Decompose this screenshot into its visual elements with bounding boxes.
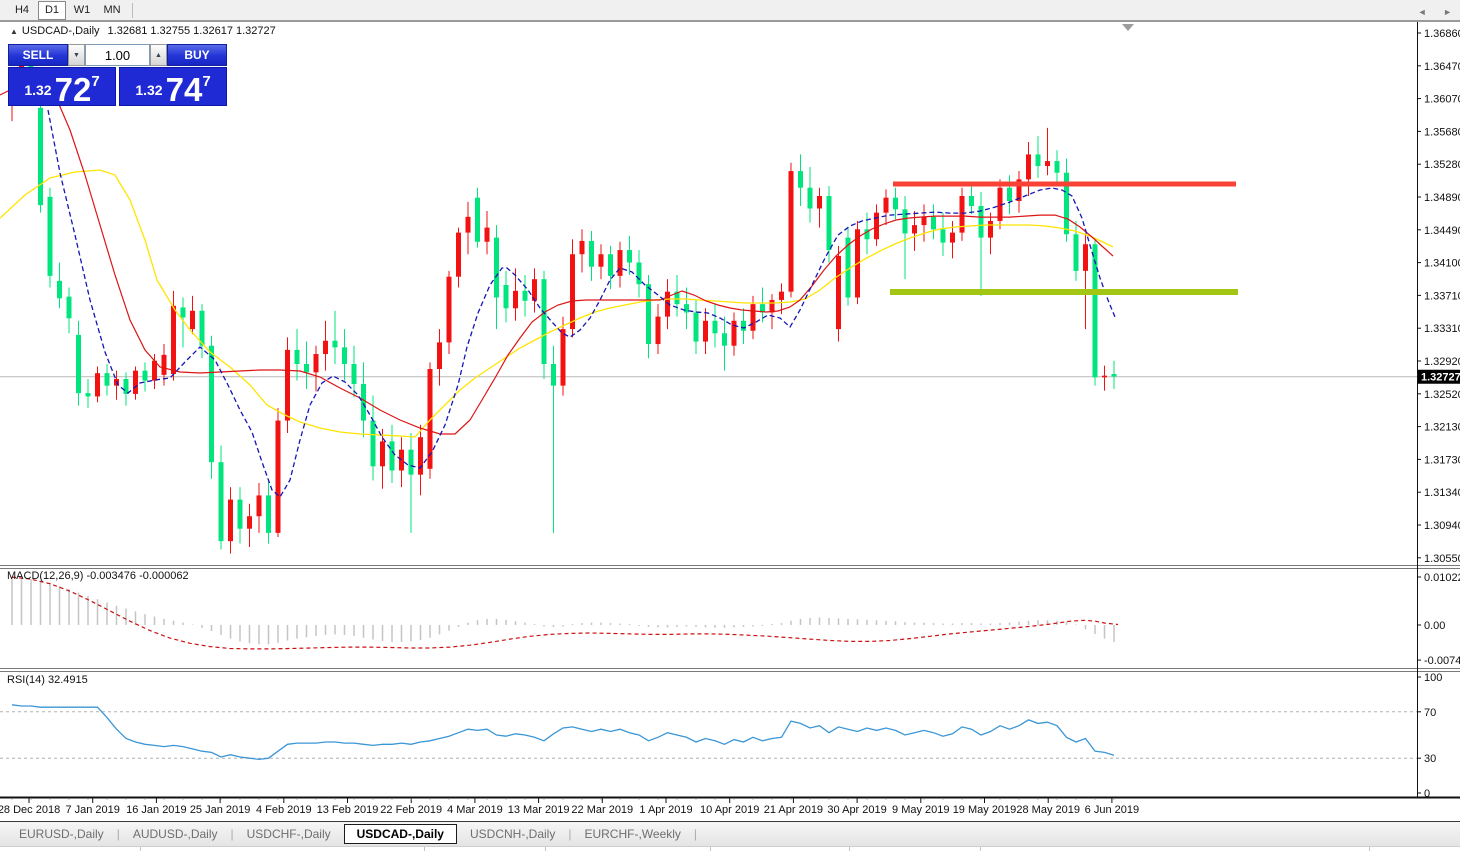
- one-click-trade-panel: SELL ▼ 1.00 ▲ BUY 1.32 72 7 1.32 74 7: [8, 44, 227, 106]
- status-bar-separator: [545, 847, 546, 851]
- buy-price-small: 1.32: [135, 82, 162, 98]
- candles-layer: [10, 50, 1117, 553]
- chart-symbol-label: USDCAD-,Daily: [22, 25, 100, 37]
- chart-ohlc-values: 1.32681 1.32755 1.32617 1.32727: [108, 25, 276, 37]
- buy-price-sup: 7: [202, 73, 210, 90]
- price-axis-label: 1.33710: [1424, 290, 1460, 302]
- status-bar-separator: [140, 847, 141, 851]
- chart-tab-bar: EURUSD-,Daily| AUDUSD-,Daily| USDCHF-,Da…: [0, 821, 1460, 846]
- period-button-mn[interactable]: MN: [98, 1, 126, 20]
- tab-scroll-right-icon[interactable]: ►: [1443, 7, 1452, 17]
- buy-button[interactable]: BUY: [167, 44, 227, 66]
- status-bar-separator: [424, 847, 425, 851]
- buy-price-big: 74: [166, 76, 203, 104]
- price-axis-label: 1.34490: [1424, 225, 1460, 237]
- status-bar-separator: [980, 847, 981, 851]
- tab-separator: |: [694, 827, 697, 841]
- tab-scroll-left-icon[interactable]: ◄: [1418, 7, 1427, 17]
- rsi-axis-label: 30: [1424, 753, 1436, 765]
- ma-medium-line: [0, 82, 1113, 434]
- tab-eurchf-weekly[interactable]: EURCHF-,Weekly: [571, 824, 693, 844]
- date-axis-label: 6 Jun 2019: [1085, 804, 1139, 816]
- buy-price-box[interactable]: 1.32 74 7: [119, 67, 227, 106]
- rsi-axis-label: 70: [1424, 707, 1436, 719]
- status-bar-separator: [710, 847, 711, 851]
- macd-indicator-label: MACD(12,26,9) -0.003476 -0.000062: [7, 570, 189, 582]
- chart-canvas[interactable]: 1.36860 1.36470 1.36070 1.35680 1.35280 1.348…: [0, 0, 1460, 851]
- volume-input[interactable]: 1.00: [85, 44, 150, 66]
- rsi-axis-label: 100: [1424, 672, 1442, 684]
- tab-usdchf-daily[interactable]: USDCHF-,Daily: [234, 824, 344, 844]
- toolbar-divider: [132, 3, 133, 18]
- sell-price-small: 1.32: [24, 82, 51, 98]
- rsi-axis-label: 0: [1424, 788, 1430, 800]
- macd-histogram: [12, 577, 1114, 645]
- trading-platform-window: 1.36860 1.36470 1.36070 1.35680 1.35280 1.348…: [0, 0, 1460, 851]
- macd-signal-line: [12, 577, 1118, 649]
- price-axis-label: 1.34890: [1424, 192, 1460, 204]
- price-axis-label: 1.36860: [1424, 28, 1460, 40]
- tab-eurusd-daily[interactable]: EURUSD-,Daily: [6, 824, 117, 844]
- macd-axis-label: 0.00: [1424, 620, 1445, 632]
- date-axis-label: 4 Feb 2019: [256, 804, 312, 816]
- price-axis-label: 1.33310: [1424, 323, 1460, 335]
- date-axis-label: 22 Feb 2019: [380, 804, 442, 816]
- price-axis-label: 1.32130: [1424, 422, 1460, 434]
- macd-axis-label: -0.007477: [1424, 655, 1460, 667]
- rsi-indicator-label: RSI(14) 32.4915: [7, 674, 88, 686]
- date-axis-label: 13 Mar 2019: [508, 804, 570, 816]
- collapse-triangle-icon[interactable]: ▲: [10, 27, 18, 36]
- scroll-to-end-marker[interactable]: [1122, 24, 1134, 31]
- price-axis-label: 1.36470: [1424, 61, 1460, 73]
- date-axis-label: 10 Apr 2019: [700, 804, 759, 816]
- period-button-w1[interactable]: W1: [68, 1, 96, 20]
- volume-decrease-button[interactable]: ▼: [68, 44, 85, 66]
- price-axis-label: 1.32520: [1424, 389, 1460, 401]
- period-button-h4[interactable]: H4: [8, 1, 36, 20]
- price-axis-label: 1.35680: [1424, 126, 1460, 138]
- price-axis-label: 1.31340: [1424, 487, 1460, 499]
- date-axis-label: 28 May 2019: [1016, 804, 1080, 816]
- date-axis-label: 19 May 2019: [953, 804, 1017, 816]
- chart-title: ▲ USDCAD-,Daily 1.32681 1.32755 1.32617 1.…: [10, 25, 276, 37]
- date-axis-label: 21 Apr 2019: [764, 804, 823, 816]
- date-axis-label: 1 Apr 2019: [639, 804, 692, 816]
- price-axis-label: 1.30940: [1424, 520, 1460, 532]
- price-axis-label: 1.36070: [1424, 94, 1460, 106]
- sell-price-sup: 7: [91, 73, 99, 90]
- current-price-tag-value: 1.32727: [1421, 372, 1460, 384]
- volume-increase-button[interactable]: ▲: [150, 44, 167, 66]
- tab-usdcad-daily[interactable]: USDCAD-,Daily: [344, 824, 457, 844]
- price-axis-label: 1.35280: [1424, 159, 1460, 171]
- period-button-d1[interactable]: D1: [38, 1, 66, 20]
- tab-usdcnh-daily[interactable]: USDCNH-,Daily: [457, 824, 568, 844]
- status-bar-separator: [849, 847, 850, 851]
- date-axis-label: 9 May 2019: [892, 804, 949, 816]
- date-axis-label: 13 Feb 2019: [317, 804, 379, 816]
- date-axis-label: 4 Mar 2019: [447, 804, 503, 816]
- ma-slow-line: [0, 170, 1113, 437]
- sell-price-box[interactable]: 1.32 72 7: [8, 67, 116, 106]
- tab-scroll-arrows: ◄ ►: [1404, 7, 1452, 17]
- period-toolbar: H4 D1 W1 MN: [0, 0, 1460, 21]
- date-axis-label: 25 Jan 2019: [190, 804, 251, 816]
- date-axis-label: 22 Mar 2019: [571, 804, 633, 816]
- sell-price-big: 72: [55, 76, 92, 104]
- price-axis-label: 1.31730: [1424, 454, 1460, 466]
- tab-audusd-daily[interactable]: AUDUSD-,Daily: [120, 824, 231, 844]
- rsi-line: [12, 705, 1114, 760]
- price-axis-label: 1.34100: [1424, 258, 1460, 270]
- ma-fast-line: [48, 110, 1115, 497]
- price-axis-label: 1.30550: [1424, 553, 1460, 565]
- date-axis-label: 16 Jan 2019: [126, 804, 187, 816]
- macd-axis-label: 0.010229: [1424, 572, 1460, 584]
- date-axis-label: 28 Dec 2018: [0, 804, 60, 816]
- price-axis-label: 1.32920: [1424, 356, 1460, 368]
- status-bar-separator: [1369, 847, 1370, 851]
- status-bar: [0, 846, 1460, 851]
- date-axis-label: 7 Jan 2019: [65, 804, 119, 816]
- sell-button[interactable]: SELL: [8, 44, 68, 66]
- date-axis-label: 30 Apr 2019: [827, 804, 886, 816]
